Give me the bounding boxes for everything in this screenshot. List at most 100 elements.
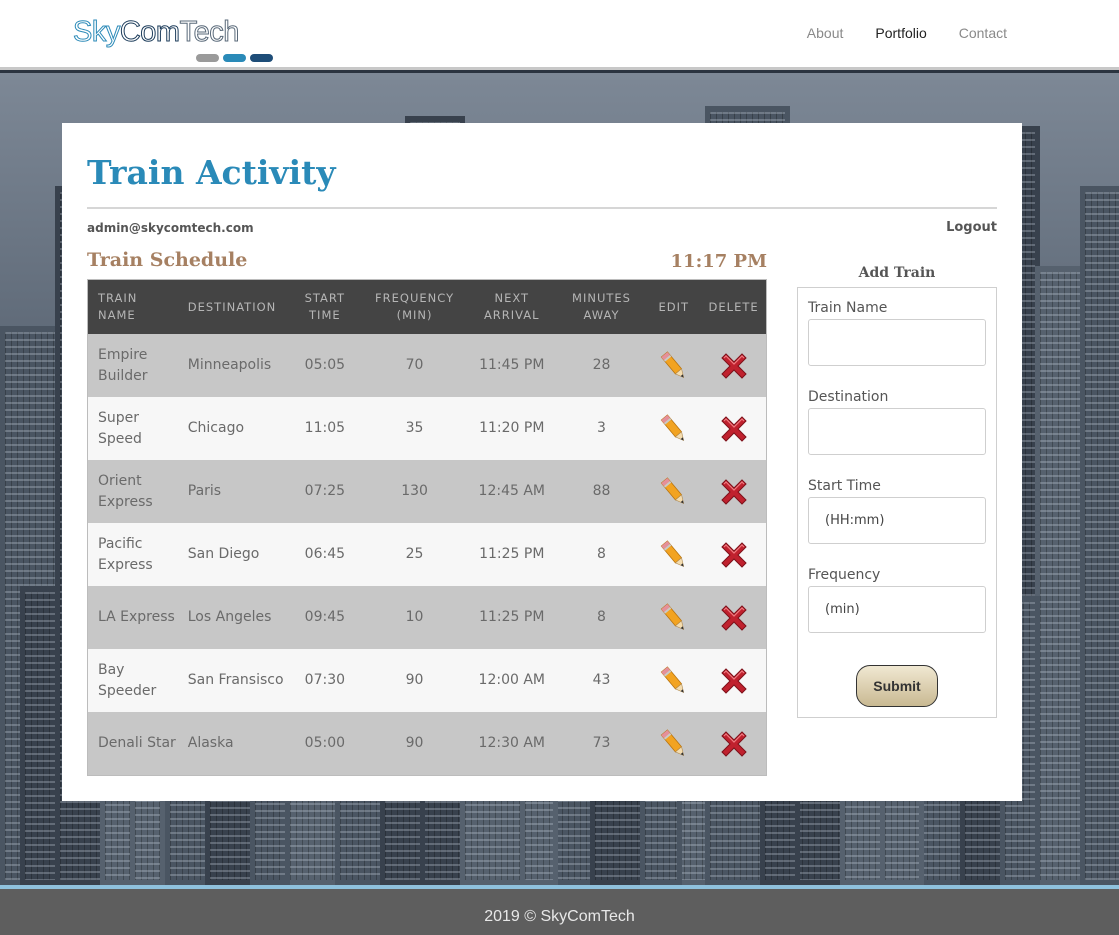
edit-button[interactable] (646, 586, 701, 649)
pencil-icon (660, 665, 684, 693)
delete-button[interactable] (701, 460, 766, 523)
minutes-away-cell: 73 (592, 735, 611, 751)
frequency-cell: 35 (405, 420, 424, 436)
minutes-away-cell: 88 (592, 483, 611, 499)
footer-copyright: 2019 © SkyComTech (484, 908, 635, 925)
next-arrival-cell: 11:45 PM (479, 357, 545, 373)
delete-button[interactable] (701, 523, 766, 586)
next-arrival-cell: 12:30 AM (478, 735, 545, 751)
frequency-cell: 90 (405, 672, 424, 688)
edit-button[interactable] (646, 523, 701, 586)
delete-button[interactable] (701, 712, 766, 775)
table-row: Orient Express Paris 07:25 130 12:45 AM 88 (88, 460, 766, 523)
pencil-icon (660, 476, 684, 504)
submit-button[interactable]: Submit (856, 665, 938, 707)
train-name-cell: Pacific Express (98, 535, 153, 573)
nav-about[interactable]: About (807, 25, 844, 41)
header-train-name: Train Name (98, 291, 138, 322)
pencil-icon (660, 350, 684, 378)
train-name-cell: Empire Builder (98, 346, 148, 384)
logo-pill-gray (196, 54, 219, 62)
minutes-away-cell: 3 (597, 420, 606, 436)
next-arrival-cell: 11:20 PM (479, 420, 545, 436)
main-card: Train Activity admin@skycomtech.com Logo… (62, 123, 1022, 801)
red-x-icon (720, 478, 747, 505)
destination-cell: Minneapolis (187, 357, 272, 373)
frequency-input[interactable] (808, 586, 986, 633)
nav-contact[interactable]: Contact (959, 25, 1007, 41)
minutes-away-cell: 28 (592, 357, 611, 373)
start-time-cell: 09:45 (304, 609, 346, 625)
destination-cell: San Fransisco (187, 672, 284, 688)
brand-logo[interactable]: SkyComTech (73, 14, 283, 66)
current-time: 11:17 PM (670, 251, 767, 272)
start-time-input[interactable] (808, 497, 986, 544)
brand-logo-text: SkyComTech (73, 16, 240, 49)
logout-link[interactable]: Logout (946, 220, 997, 235)
site-footer: 2019 © SkyComTech (0, 889, 1119, 935)
destination-input[interactable] (808, 408, 986, 455)
schedule-title: Train Schedule (87, 249, 248, 271)
header-next-arrival: Next Arrival (483, 291, 540, 322)
red-x-icon (720, 604, 747, 631)
user-email: admin@skycomtech.com (87, 221, 254, 235)
destination-label: Destination (808, 389, 889, 405)
header-destination: Destination (187, 299, 277, 314)
next-arrival-cell: 12:45 AM (478, 483, 545, 499)
delete-button[interactable] (701, 397, 766, 460)
delete-button[interactable] (701, 649, 766, 712)
edit-button[interactable] (646, 334, 701, 397)
destination-cell: San Diego (187, 546, 260, 562)
frequency-cell: 130 (401, 483, 428, 499)
table-header-row: Train Name Destination Start Time Freque… (88, 280, 766, 334)
edit-button[interactable] (646, 649, 701, 712)
train-name-input[interactable] (808, 319, 986, 366)
next-arrival-cell: 11:25 PM (479, 546, 545, 562)
start-time-cell: 05:00 (304, 735, 346, 751)
edit-button[interactable] (646, 460, 701, 523)
add-train-title: Add Train (858, 265, 936, 281)
next-arrival-cell: 12:00 AM (478, 672, 545, 688)
next-arrival-cell: 11:25 PM (479, 609, 545, 625)
nav-portfolio[interactable]: Portfolio (875, 25, 926, 41)
edit-button[interactable] (646, 712, 701, 775)
start-time-cell: 07:30 (304, 672, 346, 688)
destination-cell: Los Angeles (187, 609, 272, 625)
start-time-cell: 05:05 (304, 357, 346, 373)
frequency-cell: 10 (405, 609, 424, 625)
destination-cell: Chicago (187, 420, 245, 436)
header-edit: Edit (658, 299, 690, 314)
pencil-icon (660, 413, 684, 441)
header-frequency: Frequency (min) (375, 291, 455, 322)
building-decoration (1035, 266, 1085, 886)
frequency-cell: 25 (405, 546, 424, 562)
train-name-label: Train Name (808, 300, 888, 316)
destination-cell: Alaska (187, 735, 234, 751)
frequency-cell: 70 (405, 357, 424, 373)
delete-button[interactable] (701, 334, 766, 397)
start-time-cell: 11:05 (304, 420, 346, 436)
delete-button[interactable] (701, 586, 766, 649)
pencil-icon (660, 728, 684, 756)
minutes-away-cell: 8 (597, 546, 606, 562)
building-decoration (20, 586, 60, 886)
destination-cell: Paris (187, 483, 222, 499)
table-body: Empire Builder Minneapolis 05:05 70 11:45 PM… (88, 334, 766, 775)
logo-pill-navy (250, 54, 273, 62)
site-header: SkyComTech About Portfolio Contact (0, 0, 1119, 70)
page-title: Train Activity (87, 153, 336, 192)
pencil-icon (660, 602, 684, 630)
table-row: Denali Star Alaska 05:00 90 12:30 AM 73 (88, 712, 766, 775)
frequency-label: Frequency (808, 567, 881, 583)
table-row: Bay Speeder San Fransisco 07:30 90 12:00 AM 4… (88, 649, 766, 712)
red-x-icon (720, 415, 747, 442)
red-x-icon (720, 730, 747, 757)
train-name-cell: Orient Express (98, 472, 153, 510)
train-name-cell: Bay Speeder (98, 661, 157, 699)
frequency-cell: 90 (405, 735, 424, 751)
main-nav: About Portfolio Contact (807, 25, 1007, 41)
train-name-cell: LA Express (98, 609, 175, 625)
red-x-icon (720, 352, 747, 379)
edit-button[interactable] (646, 397, 701, 460)
building-decoration (1080, 186, 1119, 886)
